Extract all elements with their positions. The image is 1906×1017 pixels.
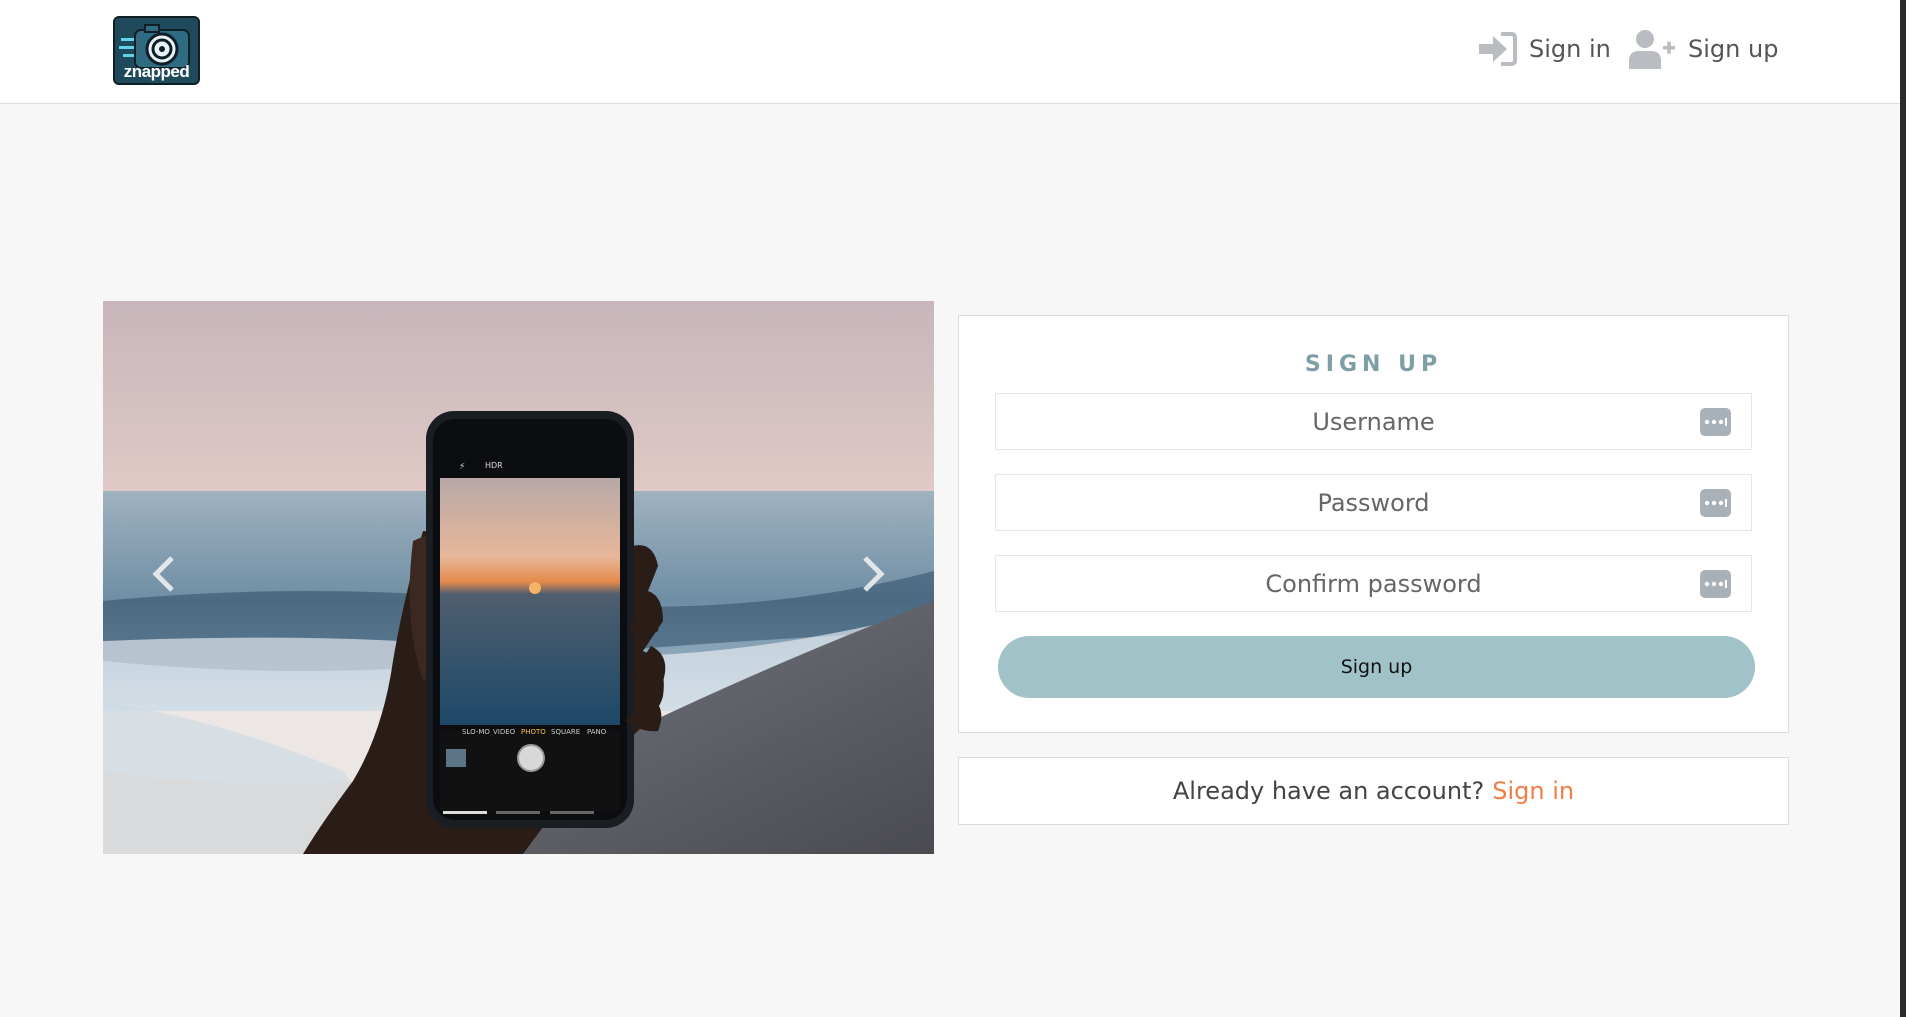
password-manager-icon[interactable] (1700, 570, 1731, 598)
carousel-prev-button[interactable] (128, 541, 198, 611)
phone-mode-pano: PANO (587, 728, 607, 736)
password-field-wrapper (995, 474, 1752, 531)
password-input[interactable] (996, 475, 1751, 530)
window-edge (1900, 0, 1906, 1017)
beach-phone-photo: ⚡︎ HDR SLO-MO VIDEO PHOTO SQUARE PANO (103, 301, 934, 854)
logo-text: znapped (123, 62, 190, 81)
image-carousel[interactable]: ⚡︎ HDR SLO-MO VIDEO PHOTO SQUARE PANO (103, 301, 934, 854)
sign-up-submit-button[interactable]: Sign up (998, 636, 1755, 698)
password-manager-icon[interactable] (1700, 489, 1731, 517)
phone-mode-video: VIDEO (493, 728, 516, 736)
svg-text:⚡︎: ⚡︎ (459, 462, 465, 472)
sign-in-label: Sign in (1529, 35, 1611, 63)
username-field-wrapper (995, 393, 1752, 450)
phone-mode-slomo: SLO-MO (462, 728, 490, 736)
chevron-right-icon (861, 554, 887, 598)
top-navbar: znapped Sign in Sign up (0, 0, 1900, 104)
sign-in-icon (1477, 32, 1517, 66)
confirm-password-input[interactable] (996, 556, 1751, 611)
form-title: SIGN UP (1304, 352, 1443, 377)
sign-in-link[interactable]: Sign in (1492, 777, 1574, 805)
nav-sign-up-link[interactable]: Sign up (1628, 26, 1778, 72)
already-have-account-box: Already have an account? Sign in (958, 757, 1789, 825)
signup-form-card: SIGN UP Sign up (958, 315, 1789, 733)
add-user-icon (1628, 29, 1676, 69)
phone-hdr-label: HDR (485, 461, 503, 470)
confirm-password-field-wrapper (995, 555, 1752, 612)
carousel-next-button[interactable] (839, 541, 909, 611)
chevron-left-icon (150, 554, 176, 598)
account-question: Already have an account? (1172, 777, 1485, 805)
phone-mode-photo: PHOTO (521, 728, 546, 736)
username-input[interactable] (996, 394, 1751, 449)
znapped-logo[interactable]: znapped (113, 16, 200, 85)
password-manager-icon[interactable] (1700, 408, 1731, 436)
nav-sign-in-link[interactable]: Sign in (1477, 26, 1611, 72)
phone-mode-square: SQUARE (551, 728, 580, 736)
sign-up-label: Sign up (1688, 35, 1779, 63)
